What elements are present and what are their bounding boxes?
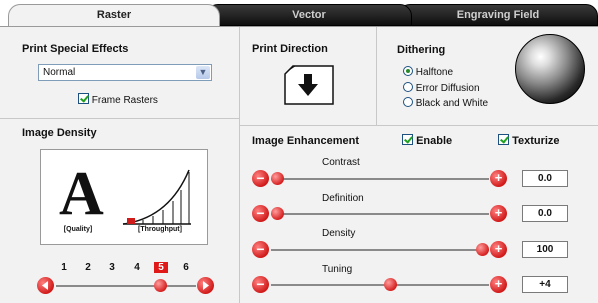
arrow-right-icon bbox=[203, 281, 209, 290]
print-direction-title: Print Direction bbox=[252, 43, 328, 55]
tab-raster[interactable]: Raster bbox=[8, 4, 220, 27]
enhance-density-plus-button[interactable]: + bbox=[490, 241, 507, 258]
dithering-option-black-and-white[interactable]: Black and White bbox=[403, 97, 488, 109]
enable-label: Enable bbox=[416, 135, 453, 147]
contrast-plus-button[interactable]: + bbox=[490, 170, 507, 187]
tuning-minus-button[interactable]: − bbox=[252, 276, 269, 293]
checkbox-icon[interactable] bbox=[498, 134, 509, 145]
black-and-white-label: Black and White bbox=[415, 98, 489, 109]
throughput-label: [Throughput] bbox=[138, 226, 182, 233]
enable-checkbox[interactable]: Enable bbox=[402, 134, 452, 147]
radio-icon[interactable] bbox=[403, 66, 413, 76]
print-direction-button[interactable] bbox=[281, 62, 335, 106]
density-level-5[interactable]: 5 bbox=[154, 262, 168, 273]
density-level-2[interactable]: 2 bbox=[81, 262, 95, 273]
tab-engraving-field[interactable]: Engraving Field bbox=[398, 4, 598, 26]
error-diffusion-label: Error Diffusion bbox=[415, 83, 480, 94]
tuning-track[interactable] bbox=[271, 284, 489, 286]
minus-icon: − bbox=[256, 170, 265, 186]
chevron-down-icon[interactable]: ▼ bbox=[196, 66, 210, 79]
density-right-button[interactable] bbox=[197, 277, 214, 294]
contrast-value[interactable]: 0.0 bbox=[522, 170, 568, 187]
tab-underline bbox=[0, 26, 598, 27]
tuning-label: Tuning bbox=[322, 264, 353, 275]
tuning-plus-button[interactable]: + bbox=[490, 276, 507, 293]
dropdown-value: Normal bbox=[43, 67, 76, 78]
definition-track[interactable] bbox=[271, 213, 489, 215]
enhance-density-value[interactable]: 100 bbox=[522, 241, 568, 258]
dithering-title: Dithering bbox=[397, 44, 446, 56]
density-level-4[interactable]: 4 bbox=[130, 262, 144, 273]
frame-rasters-label: Frame Rasters bbox=[91, 95, 158, 106]
contrast-label: Contrast bbox=[322, 157, 360, 168]
radio-icon[interactable] bbox=[403, 97, 413, 107]
contrast-track[interactable] bbox=[271, 178, 489, 180]
texturize-label: Texturize bbox=[512, 135, 560, 147]
contrast-slider-knob[interactable] bbox=[271, 172, 284, 185]
definition-value[interactable]: 0.0 bbox=[522, 205, 568, 222]
density-left-button[interactable] bbox=[37, 277, 54, 294]
definition-label: Definition bbox=[322, 193, 364, 204]
density-level-6[interactable]: 6 bbox=[179, 262, 193, 273]
divider-dithering bbox=[376, 27, 377, 125]
radio-icon[interactable] bbox=[403, 82, 413, 92]
image-enhancement-title: Image Enhancement bbox=[252, 135, 359, 147]
minus-icon: − bbox=[256, 205, 265, 221]
halftone-label: Halftone bbox=[415, 67, 454, 78]
minus-icon: − bbox=[256, 241, 265, 257]
plus-icon: + bbox=[494, 241, 503, 256]
checkbox-icon[interactable] bbox=[78, 93, 89, 104]
enhance-density-minus-button[interactable]: − bbox=[252, 241, 269, 258]
dithering-option-halftone[interactable]: Halftone bbox=[403, 66, 453, 78]
throughput-curve-icon bbox=[122, 169, 191, 225]
dithering-preview-sphere bbox=[515, 34, 585, 104]
definition-plus-button[interactable]: + bbox=[490, 205, 507, 222]
divider-vertical bbox=[239, 27, 240, 303]
enhance-density-track[interactable] bbox=[271, 249, 489, 251]
density-level-1[interactable]: 1 bbox=[57, 262, 71, 273]
frame-rasters-checkbox[interactable]: Frame Rasters bbox=[78, 93, 158, 106]
quality-label: [Quality] bbox=[63, 226, 93, 233]
density-illustration: A [Quality] [Throughput] bbox=[40, 149, 208, 245]
texturize-checkbox[interactable]: Texturize bbox=[498, 134, 560, 147]
contrast-minus-button[interactable]: − bbox=[252, 170, 269, 187]
definition-slider-knob[interactable] bbox=[271, 207, 284, 220]
special-effects-dropdown[interactable]: Normal ▼ bbox=[38, 64, 212, 81]
density-label: Density bbox=[322, 228, 356, 239]
plus-icon: + bbox=[494, 205, 503, 220]
enhance-density-slider-knob[interactable] bbox=[476, 243, 489, 256]
arrow-left-icon bbox=[42, 281, 48, 290]
checkbox-icon[interactable] bbox=[402, 134, 413, 145]
tuning-slider-knob[interactable] bbox=[384, 278, 397, 291]
arrow-down-icon bbox=[284, 65, 334, 105]
tuning-value[interactable]: +4 bbox=[522, 276, 568, 293]
plus-icon: + bbox=[494, 170, 503, 185]
quality-glyph: A bbox=[59, 160, 104, 228]
divider-right bbox=[240, 125, 598, 126]
image-density-title: Image Density bbox=[22, 127, 97, 139]
density-track[interactable] bbox=[56, 285, 196, 287]
density-level-3[interactable]: 3 bbox=[105, 262, 119, 273]
plus-icon: + bbox=[494, 276, 503, 291]
tab-vector[interactable]: Vector bbox=[206, 4, 412, 26]
definition-minus-button[interactable]: − bbox=[252, 205, 269, 222]
minus-icon: − bbox=[256, 276, 265, 292]
dithering-option-error-diffusion[interactable]: Error Diffusion bbox=[403, 82, 480, 94]
density-slider-knob[interactable] bbox=[154, 279, 167, 292]
divider-left bbox=[0, 118, 239, 119]
print-special-effects-title: Print Special Effects bbox=[22, 43, 129, 55]
